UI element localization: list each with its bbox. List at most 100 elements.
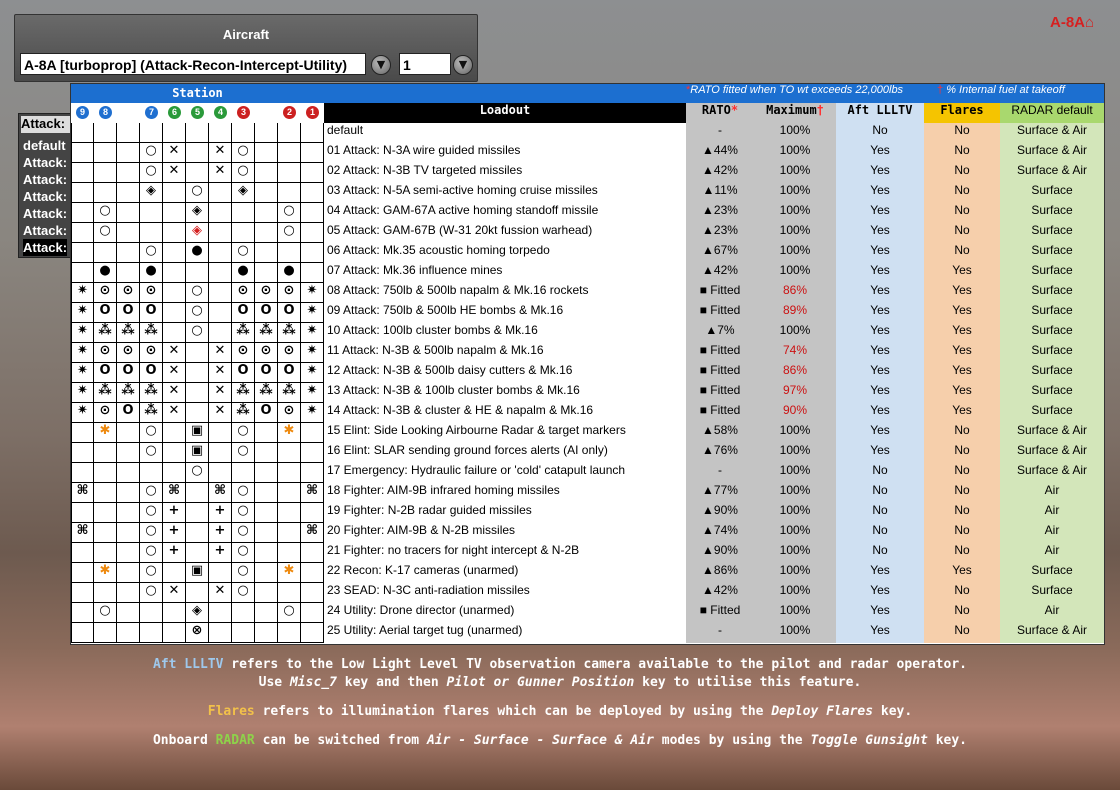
station-cell	[94, 483, 117, 503]
footer-line-lltv: Aft LLLTV refers to the Low Light Level …	[0, 656, 1120, 674]
table-row[interactable]: default -100% No No Surface & Air	[71, 123, 1104, 143]
table-row[interactable]: ○ ✕ ✕ ○ 02 Attack: N-3B TV targeted missiles…	[71, 163, 1104, 183]
footer-help: Aft LLLTV refers to the Low Light Level …	[0, 656, 1120, 750]
station-cell	[278, 483, 301, 503]
station-cell: ⁂	[94, 323, 117, 343]
station-cell	[71, 443, 94, 463]
fuel-note-mark: †	[937, 84, 944, 96]
table-row[interactable]: ○ ✕ ✕ ○ 23 SEAD: N-3C anti-radiation missile…	[71, 583, 1104, 603]
station-cell: ✕	[209, 383, 232, 403]
table-row[interactable]: ✷ O O O ✕ ✕ O O O ✷ 12 Attack: N-3B & 500lb daisy …	[71, 363, 1104, 383]
flares-value: Yes	[924, 303, 1000, 323]
table-row[interactable]: ○ ✕ ✕ ○ 01 Attack: N-3A wire guided missiles…	[71, 143, 1104, 163]
station-cell: ⊙	[94, 343, 117, 363]
footer-text: key to utilise this feature.	[634, 675, 862, 690]
station-cell: ○	[232, 163, 255, 183]
count-dropdown-chevron-icon[interactable]: ▼	[453, 55, 473, 75]
station-cell	[94, 583, 117, 603]
table-row[interactable]: ○ + + ○ 19 Fighter: N-2B radar guided missil…	[71, 503, 1104, 523]
lltv-value: Yes	[836, 243, 924, 263]
aircraft-dropdown-chevron-icon[interactable]: ▼	[371, 55, 391, 75]
station-cell: ○	[278, 603, 301, 623]
radar-value: Air	[1000, 543, 1104, 563]
station-cell: ✷	[301, 323, 324, 343]
aircraft-panel-title: Aircraft	[222, 27, 270, 42]
table-row[interactable]: ✷ ⊙ O ⁂ ✕ ✕ ⁂ O ⊙ ✷ 14 Attack: N-3B & cluster & HE…	[71, 403, 1104, 423]
station-cell	[301, 243, 324, 263]
table-row[interactable]: ✱ ○ ▣ ○ ✱ 15 Elint: Side Looking Airbourne Ra…	[71, 423, 1104, 443]
table-row[interactable]: ✷ ⁂ ⁂ ⁂ ✕ ✕ ⁂ ⁂ ⁂ ✷ 13 Attack: N-3B & 100lb cluste…	[71, 383, 1104, 403]
table-row[interactable]: ✷ ⊙ ⊙ ⊙ ○ ⊙ ⊙ ⊙ ✷ 08 Attack: 750lb & 500lb napalm…	[71, 283, 1104, 303]
station-cell	[71, 263, 94, 283]
station-cell: ○	[140, 483, 163, 503]
station-cell: ⁂	[232, 403, 255, 423]
table-row[interactable]: ○ ◈ ○ 04 Attack: GAM-67A active homing stan…	[71, 203, 1104, 223]
table-row[interactable]: ✱ ○ ▣ ○ ✱ 22 Recon: K-17 cameras (unarmed) ▲86…	[71, 563, 1104, 583]
station-cell	[94, 243, 117, 263]
station-cell	[117, 243, 140, 263]
station-cell: ○	[186, 323, 209, 343]
table-row[interactable]: ✷ ⊙ ⊙ ⊙ ✕ ✕ ⊙ ⊙ ⊙ ✷ 11 Attack: N-3B & 500lb napalm…	[71, 343, 1104, 363]
table-row[interactable]: ⊗ 25 Utility: Aerial target tug (unarmed)…	[71, 623, 1104, 643]
maximum-value: 100%	[754, 583, 836, 603]
table-row[interactable]: ○ + + ○ 21 Fighter: no tracers for night int…	[71, 543, 1104, 563]
station-cell	[163, 303, 186, 323]
lltv-value: Yes	[836, 143, 924, 163]
table-row[interactable]: ○ 17 Emergency: Hydraulic failure or 'col…	[71, 463, 1104, 483]
station-cell	[117, 443, 140, 463]
station-cell: ◈	[186, 603, 209, 623]
station-cell	[71, 503, 94, 523]
table-row[interactable]: ○ ◈ ○ 24 Utility: Drone director (unarmed) ■…	[71, 603, 1104, 623]
loadout-name: 16 Elint: SLAR sending ground forces ale…	[327, 443, 608, 457]
loadout-list-item[interactable]: default	[23, 137, 66, 154]
loadout-list-item[interactable]: Attack:	[23, 222, 67, 239]
station-cell	[94, 523, 117, 543]
maximum-value: 100%	[754, 203, 836, 223]
station-cell: ✷	[301, 283, 324, 303]
station-cell	[209, 123, 232, 143]
station-number-6: 6	[168, 106, 181, 119]
flares-value: No	[924, 203, 1000, 223]
loadout-name: 01 Attack: N-3A wire guided missiles	[327, 143, 521, 157]
table-row[interactable]: ○ ▣ ○ 16 Elint: SLAR sending ground forces …	[71, 443, 1104, 463]
table-row[interactable]: ○ ◈ ○ 05 Attack: GAM-67B (W-31 20kt fussion…	[71, 223, 1104, 243]
flares-value: No	[924, 143, 1000, 163]
station-cell	[209, 623, 232, 643]
loadout-list-item[interactable]: Attack:	[23, 171, 67, 188]
loadout-name: 05 Attack: GAM-67B (W-31 20kt fussion wa…	[327, 223, 593, 237]
table-row[interactable]: ◈ ○ ◈ 03 Attack: N-5A semi-active homing cr…	[71, 183, 1104, 203]
station-cell	[71, 163, 94, 183]
radar-value: Surface	[1000, 303, 1104, 323]
rato-value: ▲23%	[686, 203, 754, 223]
station-cell	[209, 423, 232, 443]
table-row[interactable]: ⌘ ○ + + ○ ⌘ 20 Fighter: AIM-9B & N-2B missiles…	[71, 523, 1104, 543]
loadout-list-item[interactable]: Attack:	[23, 154, 67, 171]
rato-value: -	[686, 463, 754, 483]
station-cell	[209, 223, 232, 243]
station-cell: ⊙	[255, 343, 278, 363]
table-row[interactable]: ✷ O O O ○ O O O ✷ 09 Attack: 750lb & 500lb HE bom…	[71, 303, 1104, 323]
station-cell: ○	[186, 463, 209, 483]
table-row[interactable]: ✷ ⁂ ⁂ ⁂ ○ ⁂ ⁂ ⁂ ✷ 10 Attack: 100lb cluster bombs …	[71, 323, 1104, 343]
station-cell	[94, 623, 117, 643]
table-row[interactable]: ● ● ● ● 07 Attack: Mk.36 influence mines ▲42%…	[71, 263, 1104, 283]
station-cell: ⊙	[278, 403, 301, 423]
maximum-header-mark: †	[816, 103, 824, 117]
loadout-list-item[interactable]: Attack:	[23, 205, 67, 222]
rato-value: -	[686, 123, 754, 143]
flares-value: Yes	[924, 403, 1000, 423]
loadout-list-item[interactable]: Attack:	[23, 239, 68, 256]
station-title: Station	[172, 86, 223, 100]
station-cell	[209, 443, 232, 463]
table-row[interactable]: ○ ● ○ 06 Attack: Mk.35 acoustic homing torp…	[71, 243, 1104, 263]
radar-value: Surface	[1000, 383, 1104, 403]
station-cell: ○	[186, 303, 209, 323]
rato-value: ▲42%	[686, 163, 754, 183]
station-cell: O	[117, 363, 140, 383]
station-cell	[117, 223, 140, 243]
aircraft-select[interactable]: A-8A [turboprop] (Attack-Recon-Intercept…	[20, 53, 366, 75]
table-row[interactable]: ⌘ ○ ⌘ ⌘ ○ ⌘ 18 Fighter: AIM-9B infrared homing…	[71, 483, 1104, 503]
aircraft-count-select[interactable]: 1	[399, 53, 451, 75]
station-cell	[255, 163, 278, 183]
loadout-list-item[interactable]: Attack:	[23, 188, 67, 205]
